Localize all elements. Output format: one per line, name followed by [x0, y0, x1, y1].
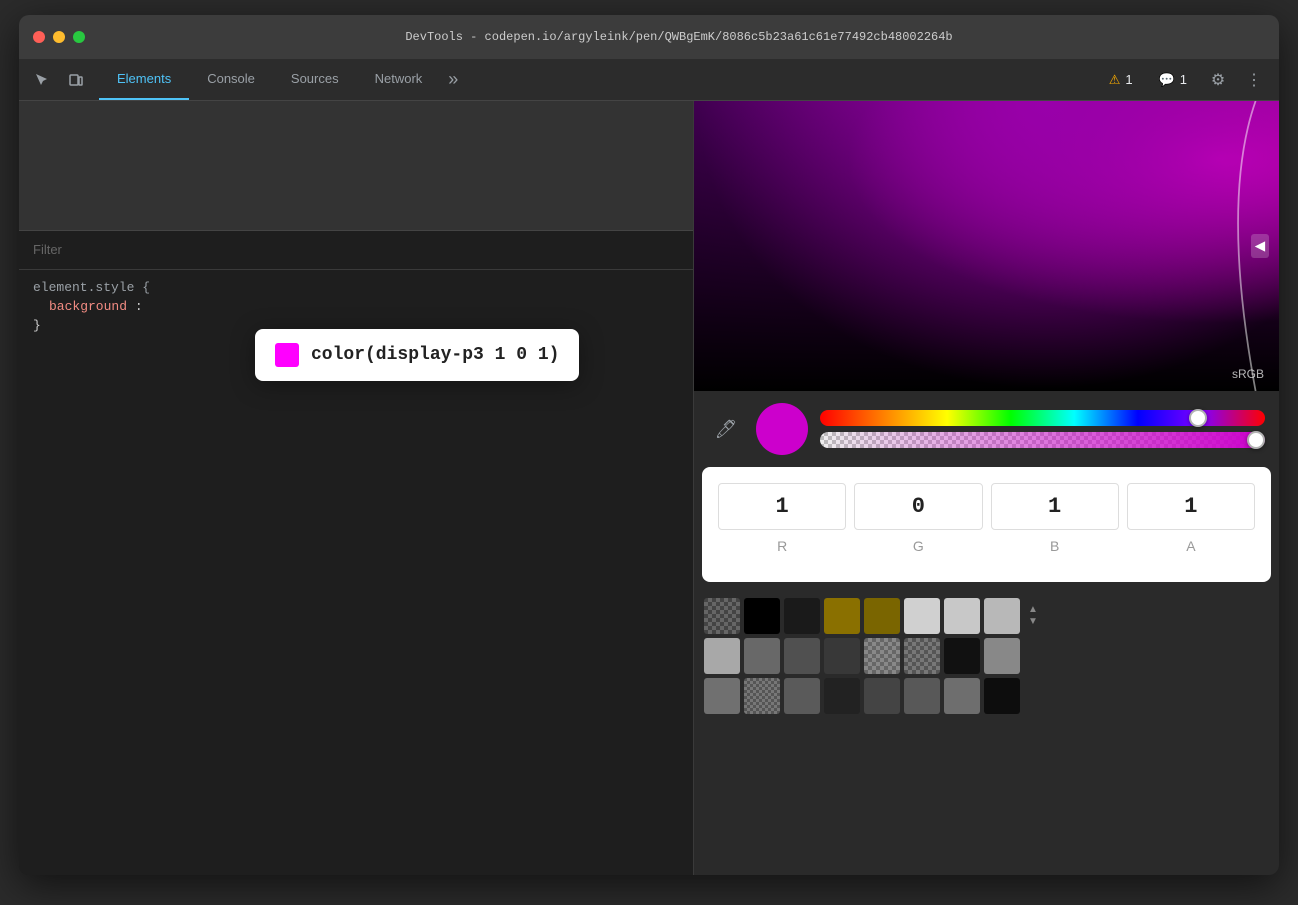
filter-bar	[19, 231, 693, 270]
swatch-gray4[interactable]	[824, 638, 860, 674]
tab-sources[interactable]: Sources	[273, 59, 357, 100]
swatch-checker4[interactable]	[744, 678, 780, 714]
tab-elements[interactable]: Elements	[99, 59, 189, 100]
tooltip-color-text: color(display-p3 1 0 1)	[311, 345, 559, 365]
color-preview-circle	[756, 403, 808, 455]
chat-icon: 💬	[1159, 72, 1175, 88]
title-bar: DevTools - codepen.io/argyleink/pen/QWBg…	[19, 15, 1279, 59]
devtools-body: element.style { background : } color(dis…	[19, 101, 1279, 875]
style-declaration: background :	[33, 299, 679, 314]
messages-button[interactable]: 💬 1	[1149, 68, 1197, 92]
swatch-gray2[interactable]	[744, 638, 780, 674]
input-g[interactable]	[854, 483, 982, 530]
swatch-row-1: ▲ ▼	[704, 598, 1269, 634]
gear-icon: ⚙	[1211, 70, 1225, 90]
swatch-gold1[interactable]	[824, 598, 860, 634]
color-swatches-area: ▲ ▼	[694, 590, 1279, 722]
swatch-light2[interactable]	[944, 598, 980, 634]
swatch-row-3	[704, 678, 1269, 714]
opacity-slider[interactable]	[820, 432, 1265, 448]
more-options-button[interactable]: ⋮	[1239, 65, 1269, 95]
input-a[interactable]	[1127, 483, 1255, 530]
input-group-r: R	[718, 483, 846, 554]
close-button[interactable]	[33, 31, 45, 43]
swatch-midgray[interactable]	[984, 638, 1020, 674]
swatch-black[interactable]	[744, 598, 780, 634]
swatch-gray7[interactable]	[824, 678, 860, 714]
swatch-checker3[interactable]	[904, 638, 940, 674]
toolbar-right: ⚠ 1 💬 1 ⚙ ⋮	[1089, 59, 1279, 100]
minimize-button[interactable]	[53, 31, 65, 43]
element-picker-button[interactable]	[27, 65, 57, 95]
label-b: B	[1050, 538, 1059, 554]
maximize-button[interactable]	[73, 31, 85, 43]
devtools-window: DevTools - codepen.io/argyleink/pen/QWBg…	[19, 15, 1279, 875]
more-tabs-button[interactable]: »	[440, 59, 466, 100]
eyedropper-button[interactable]: 🖊	[708, 411, 744, 447]
sliders-column	[820, 410, 1265, 448]
tooltip-color-swatch[interactable]	[275, 343, 299, 367]
swatch-checker2[interactable]	[864, 638, 900, 674]
swatch-light3[interactable]	[984, 598, 1020, 634]
swatch-verydark[interactable]	[944, 638, 980, 674]
tab-console[interactable]: Console	[189, 59, 273, 100]
label-r: R	[777, 538, 787, 554]
window-title: DevTools - codepen.io/argyleink/pen/QWBg…	[93, 30, 1265, 44]
input-b[interactable]	[991, 483, 1119, 530]
hue-slider[interactable]	[820, 410, 1265, 426]
swatch-gray10[interactable]	[944, 678, 980, 714]
style-rule-selector: element.style {	[33, 280, 679, 295]
settings-button[interactable]: ⚙	[1203, 65, 1233, 95]
input-group-b: B	[991, 483, 1119, 554]
warnings-button[interactable]: ⚠ 1	[1099, 68, 1143, 92]
color-gradient-area[interactable]: sRGB ◀	[694, 101, 1279, 391]
swatch-gray6[interactable]	[784, 678, 820, 714]
swatch-gray1[interactable]	[704, 638, 740, 674]
swatch-scroll: ▲ ▼	[1028, 605, 1038, 627]
hue-thumb[interactable]	[1189, 409, 1207, 427]
swatch-scroll-down[interactable]: ▼	[1028, 617, 1038, 627]
swatch-scroll-up[interactable]: ▲	[1028, 605, 1038, 615]
swatch-gray8[interactable]	[864, 678, 900, 714]
more-vert-icon: ⋮	[1246, 70, 1262, 90]
color-tooltip: color(display-p3 1 0 1)	[255, 329, 579, 381]
swatch-gray9[interactable]	[904, 678, 940, 714]
swatch-row-2	[704, 638, 1269, 674]
swatch-gray3[interactable]	[784, 638, 820, 674]
filter-input[interactable]	[33, 242, 679, 257]
tab-network[interactable]: Network	[357, 59, 441, 100]
swatch-light1[interactable]	[904, 598, 940, 634]
srgb-curve	[1045, 101, 1279, 391]
label-g: G	[913, 538, 924, 554]
rgba-inputs-box: R G B A	[702, 467, 1271, 582]
input-r[interactable]	[718, 483, 846, 530]
controls-row: 🖊	[694, 391, 1279, 467]
swatch-nearblack[interactable]	[984, 678, 1020, 714]
swatch-dark1[interactable]	[784, 598, 820, 634]
swatch-gray5[interactable]	[704, 678, 740, 714]
warning-icon: ⚠	[1109, 72, 1121, 88]
style-property-name: background	[49, 299, 127, 314]
tabs: Elements Console Sources Network »	[99, 59, 1089, 100]
left-panel: element.style { background : } color(dis…	[19, 101, 694, 875]
collapse-button[interactable]: ◀	[1251, 234, 1269, 258]
input-group-g: G	[854, 483, 982, 554]
swatch-checker[interactable]	[704, 598, 740, 634]
color-picker-panel: sRGB ◀ 🖊	[694, 101, 1279, 875]
devtools-toolbar: Elements Console Sources Network » ⚠ 1 💬	[19, 59, 1279, 101]
input-group-a: A	[1127, 483, 1255, 554]
device-toggle-button[interactable]	[61, 65, 91, 95]
rgba-inputs-row: R G B A	[718, 483, 1255, 554]
opacity-thumb[interactable]	[1247, 431, 1265, 449]
swatch-gold2[interactable]	[864, 598, 900, 634]
dom-tree-area	[19, 101, 693, 231]
srgb-label: sRGB	[1232, 367, 1264, 381]
label-a: A	[1186, 538, 1195, 554]
eyedropper-icon: 🖊	[715, 419, 738, 440]
toolbar-left	[19, 59, 99, 100]
